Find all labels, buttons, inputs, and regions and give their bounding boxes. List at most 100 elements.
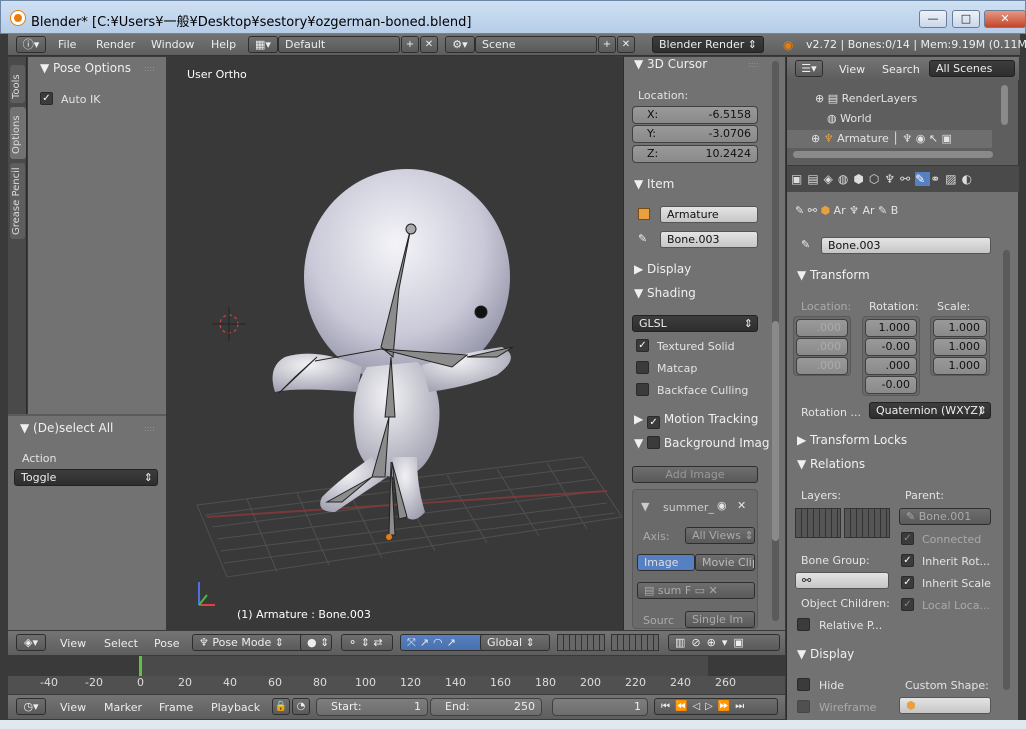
axis-select[interactable]: All Views ⇕ xyxy=(685,527,755,544)
tab-movie-clip[interactable]: Movie Clip xyxy=(695,554,755,571)
loc-y-field[interactable]: .000 xyxy=(796,338,848,356)
loc-x-field[interactable]: .000 xyxy=(796,319,848,337)
screen-layout-icon[interactable]: ▦▾ xyxy=(248,36,278,53)
transform-header[interactable]: ▼ Transform xyxy=(797,268,870,282)
auto-ik-checkbox[interactable]: ✓ xyxy=(40,92,53,105)
rot-z-field[interactable]: -0.00 xyxy=(865,376,917,394)
close-button[interactable]: ✕ xyxy=(984,10,1026,28)
rot-w-field[interactable]: 1.000 xyxy=(865,319,917,337)
menu-pose[interactable]: Pose xyxy=(154,637,179,650)
inherit-scale-checkbox[interactable]: ✓ xyxy=(901,576,914,589)
menu-render[interactable]: Render xyxy=(96,38,135,51)
cursor-x-field[interactable]: X: -6.5158 xyxy=(632,106,758,124)
render-engine-select[interactable]: Blender Render ⇕ xyxy=(652,36,764,53)
scale-z-field[interactable]: 1.000 xyxy=(933,357,987,375)
add-image-button[interactable]: Add Image xyxy=(632,466,758,483)
rotation-mode-select[interactable]: Quaternion (WXYZ) ⇕ xyxy=(869,402,991,419)
bone-group-field[interactable]: ⚯ xyxy=(795,572,889,589)
layer-buttons-2[interactable] xyxy=(611,634,659,651)
properties-scrollbar[interactable] xyxy=(1003,250,1010,690)
cursor-z-field[interactable]: Z: 10.2424 xyxy=(632,145,758,163)
maximize-button[interactable]: □ xyxy=(952,10,980,28)
menu-playback[interactable]: Playback xyxy=(211,701,260,714)
screen-layout-field[interactable]: Default xyxy=(278,36,400,53)
inherit-rotation-checkbox[interactable]: ✓ xyxy=(901,554,914,567)
menu-file[interactable]: File xyxy=(58,38,76,51)
cursor-y-field[interactable]: Y: -3.0706 xyxy=(632,125,758,143)
textured-solid-checkbox[interactable]: ✓ xyxy=(636,339,649,352)
outliner-display-select[interactable]: All Scenes xyxy=(929,60,1015,77)
current-frame-field[interactable]: 1 xyxy=(552,698,648,716)
drag-handle-icon[interactable]: :::: xyxy=(748,60,759,69)
item-header[interactable]: ▼ Item xyxy=(634,177,674,191)
backface-culling-checkbox[interactable] xyxy=(636,383,649,396)
connected-checkbox[interactable]: ✓ xyxy=(901,532,914,545)
lock-icon[interactable]: 🔒 xyxy=(272,698,290,715)
menu-view[interactable]: View xyxy=(60,637,86,650)
editor-type-button[interactable]: ◷▾ xyxy=(16,698,46,715)
preview-range-icon[interactable]: ◔ xyxy=(292,698,310,715)
motion-tracking-checkbox[interactable]: ✓ xyxy=(647,416,661,429)
drag-handle-icon[interactable]: :::: xyxy=(144,64,155,73)
rot-y-field[interactable]: .000 xyxy=(865,357,917,375)
hide-checkbox[interactable] xyxy=(797,678,810,691)
relations-header[interactable]: ▼ Relations xyxy=(797,457,865,471)
outliner-editor-type[interactable]: ☰▾ xyxy=(795,60,823,77)
shading-mode-select[interactable]: GLSL ⇕ xyxy=(632,315,758,332)
menu-frame[interactable]: Frame xyxy=(159,701,193,714)
editor-type-button[interactable]: ◈▾ xyxy=(16,634,46,651)
wireframe-checkbox[interactable] xyxy=(797,700,810,713)
image-expand-icon[interactable]: ▼ xyxy=(641,500,649,513)
remove-image-icon[interactable]: ✕ xyxy=(737,499,746,512)
scene-field[interactable]: Scene xyxy=(475,36,597,53)
scale-y-field[interactable]: 1.000 xyxy=(933,338,987,356)
orientation-select[interactable]: Global ⇕ xyxy=(480,634,550,651)
tab-image[interactable]: Image xyxy=(637,554,695,571)
layer-buttons[interactable] xyxy=(557,634,605,651)
menu-view[interactable]: View xyxy=(60,701,86,714)
properties-scrollbar[interactable] xyxy=(772,61,779,621)
eye-icon[interactable]: ◉ xyxy=(717,499,727,512)
menu-select[interactable]: Select xyxy=(104,637,138,650)
outliner-vscroll[interactable] xyxy=(1001,85,1008,125)
tab-tools[interactable]: Tools xyxy=(10,65,25,103)
parent-field[interactable]: ✎ Bone.001 xyxy=(899,508,991,525)
minimize-button[interactable]: — xyxy=(919,10,947,28)
timeline[interactable] xyxy=(8,656,785,694)
object-name-field[interactable]: Armature xyxy=(660,206,758,223)
pose-options-header[interactable]: ▼ Pose Options xyxy=(40,61,131,75)
local-location-checkbox[interactable]: ✓ xyxy=(901,598,914,611)
drag-handle-icon[interactable]: :::: xyxy=(144,424,155,433)
manipulator-toggle[interactable]: ⤧↗◠↗ xyxy=(400,634,486,651)
outliner-hscroll[interactable] xyxy=(793,151,993,158)
custom-shape-field[interactable]: ⬢ xyxy=(899,697,991,714)
playback-controls[interactable]: ⏮⏪◁▷⏩⏭ xyxy=(654,698,778,715)
header-tools[interactable]: ▥⊘⊕▾▣ xyxy=(668,634,780,651)
shading-header[interactable]: ▼ Shading xyxy=(634,286,696,300)
tab-options[interactable]: Options xyxy=(10,107,26,159)
add-layout-button[interactable]: + xyxy=(401,36,419,53)
menu-marker[interactable]: Marker xyxy=(104,701,142,714)
current-frame-marker[interactable] xyxy=(139,656,142,676)
matcap-checkbox[interactable] xyxy=(636,361,649,374)
tab-grease-pencil[interactable]: Grease Pencil xyxy=(10,163,25,239)
outliner-item-world[interactable]: ◍ World xyxy=(827,112,872,125)
action-select[interactable]: Toggle ⇕ xyxy=(14,469,158,486)
background-images-checkbox[interactable] xyxy=(647,436,661,449)
mode-select[interactable]: ♆ Pose Mode ⇕ xyxy=(192,634,304,651)
breadcrumb-bone[interactable]: B xyxy=(891,204,899,217)
3d-cursor-header[interactable]: ▼ 3D Cursor xyxy=(634,57,707,71)
layers-grid-2[interactable] xyxy=(844,508,890,538)
breadcrumb-arm-data[interactable]: Ar xyxy=(862,204,874,217)
outliner-view-menu[interactable]: View xyxy=(839,63,865,76)
end-frame-field[interactable]: End: 250 xyxy=(430,698,542,716)
relative-parent-checkbox[interactable] xyxy=(797,618,810,631)
menu-help[interactable]: Help xyxy=(211,38,236,51)
loc-z-field[interactable]: .000 xyxy=(796,357,848,375)
outliner-item-armature[interactable]: ⊕ ♆ Armature │ ♆ ◉ ↖ ▣ xyxy=(787,130,992,148)
viewport-shading-select[interactable]: ● ⇕ xyxy=(300,634,332,651)
add-scene-button[interactable]: + xyxy=(598,36,616,53)
scene-icon[interactable]: ⚙▾ xyxy=(445,36,475,53)
3d-viewport[interactable]: User Ortho (1) Armature : Bone.003 xyxy=(167,57,622,630)
pivot-select[interactable]: ⚬ ⇕ ⇄ xyxy=(341,634,393,651)
